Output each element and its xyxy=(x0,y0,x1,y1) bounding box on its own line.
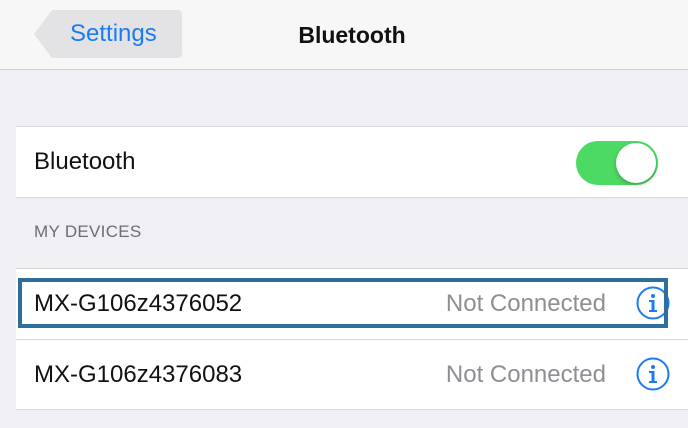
bluetooth-toggle-row: Bluetooth xyxy=(16,127,688,197)
info-icon[interactable] xyxy=(636,286,670,320)
device-status: Not Connected xyxy=(445,361,606,388)
page-title: Bluetooth xyxy=(298,22,406,48)
toggle-knob xyxy=(616,143,656,183)
device-row[interactable]: MX-G106z4376083 Not Connected xyxy=(16,339,688,409)
bluetooth-toggle-group: Bluetooth xyxy=(16,126,688,198)
devices-list: MX-G106z4376052 Not Connected MX-G106z43… xyxy=(16,268,688,410)
device-name: MX-G106z4376083 xyxy=(34,361,243,388)
device-status: Not Connected xyxy=(445,290,606,317)
navigation-bar: Settings Bluetooth xyxy=(0,0,688,70)
info-icon[interactable] xyxy=(636,357,670,391)
device-row[interactable]: MX-G106z4376052 Not Connected xyxy=(16,269,688,339)
bluetooth-toggle-switch[interactable] xyxy=(576,141,658,185)
bluetooth-label: Bluetooth xyxy=(34,148,136,175)
my-devices-section-header: MY DEVICES xyxy=(34,222,142,241)
device-name: MX-G106z4376052 xyxy=(34,290,243,317)
